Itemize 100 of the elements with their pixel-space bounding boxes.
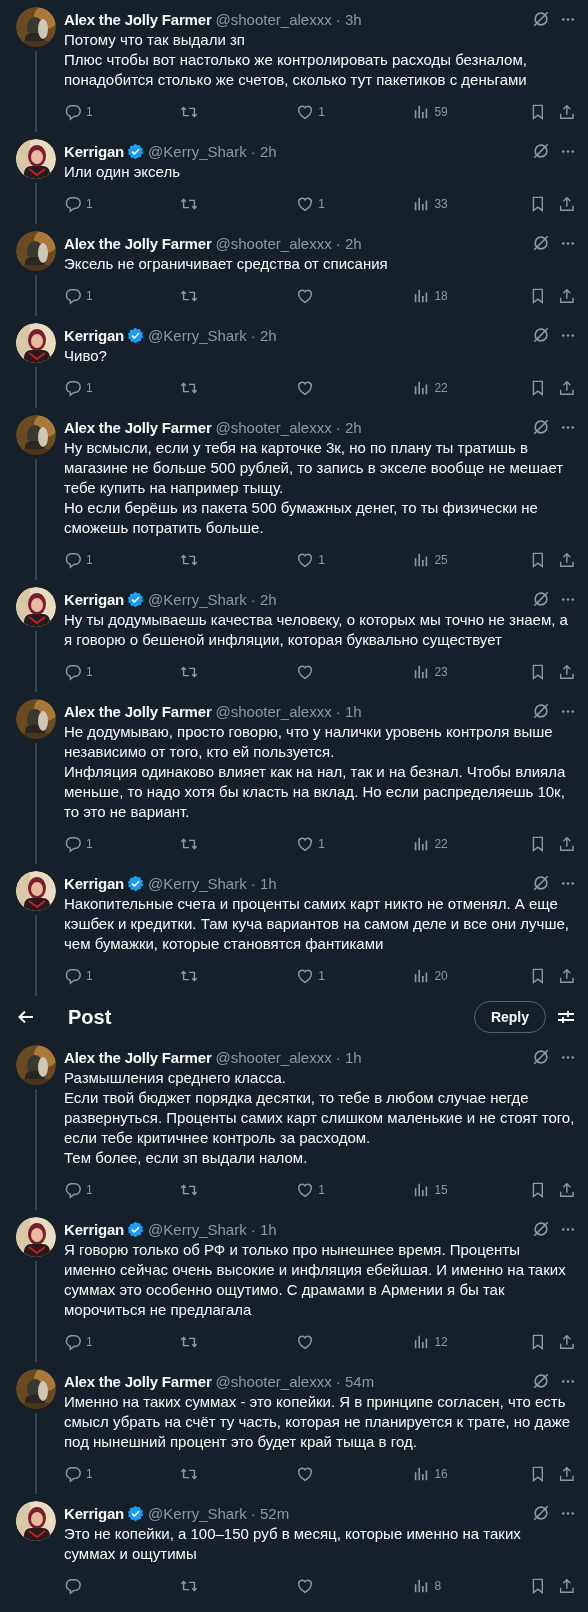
share-icon[interactable] xyxy=(558,1577,576,1595)
share-icon[interactable] xyxy=(558,1333,576,1351)
view-count: 16 xyxy=(434,1467,448,1481)
post-text: Размышления среднего класса. Если твой бюджет порядка десятки, то тебе в любом случае негде развернуться. Проценты самих карт слишком маленькие и не стоят того, если тебе критичнее контроль за расходом. Тем более, если зп выдали налом. xyxy=(64,1068,576,1168)
handle-and-time[interactable]: @Kerry_Shark · 2h xyxy=(148,326,277,344)
reply-icon[interactable] xyxy=(64,967,82,985)
author-name[interactable]: Kerrigan xyxy=(64,1220,125,1238)
author-name[interactable]: Kerrigan xyxy=(64,142,125,160)
view-count: 23 xyxy=(434,665,448,679)
handle-and-time[interactable]: @Kerry_Shark · 52m xyxy=(148,1504,290,1522)
handle-and-time[interactable]: @shooter_alexxx · 1h xyxy=(215,1048,362,1066)
share-icon[interactable] xyxy=(558,287,576,305)
more-icon[interactable] xyxy=(560,707,576,715)
reply-icon[interactable] xyxy=(64,1181,82,1199)
reply-icon[interactable] xyxy=(64,1333,82,1351)
heart-icon[interactable] xyxy=(296,1181,315,1199)
heart-icon[interactable] xyxy=(296,195,315,213)
author-name[interactable]: Alex the Jolly Farmer xyxy=(64,1048,212,1066)
heart-icon[interactable] xyxy=(296,551,315,569)
heart-icon[interactable] xyxy=(296,103,315,121)
share-icon[interactable] xyxy=(558,967,576,985)
slashed-circle-icon[interactable] xyxy=(532,142,550,160)
more-icon[interactable] xyxy=(560,595,576,603)
view-count: 8 xyxy=(434,1579,442,1593)
more-icon[interactable] xyxy=(560,331,576,339)
handle-and-time[interactable]: @Kerry_Shark · 1h xyxy=(148,874,277,892)
slashed-circle-icon[interactable] xyxy=(532,10,550,28)
reply-icon[interactable] xyxy=(64,379,82,397)
author-name[interactable]: Kerrigan xyxy=(64,590,125,608)
post-text: Накопительные счета и проценты самих карт никто не отменял. А еще кэшбек и кредитки. Там куча вариантов на самом деле и все они лучше, чем бумажки, которые становятся фантиками xyxy=(64,894,570,954)
share-icon[interactable] xyxy=(558,103,576,121)
author-name[interactable]: Alex the Jolly Farmer xyxy=(64,418,212,436)
reply-count: 1 xyxy=(86,553,93,567)
share-icon[interactable] xyxy=(558,1181,576,1199)
reply-icon[interactable] xyxy=(64,287,82,305)
more-icon[interactable] xyxy=(560,147,576,155)
handle-and-time[interactable]: @shooter_alexxx · 1h xyxy=(215,702,362,720)
more-icon[interactable] xyxy=(560,423,576,431)
like-count: 1 xyxy=(318,969,325,983)
more-icon[interactable] xyxy=(560,1509,576,1517)
more-icon[interactable] xyxy=(560,1053,576,1061)
reply-icon[interactable] xyxy=(64,551,82,569)
reply-count: 1 xyxy=(86,197,93,211)
reply-icon[interactable] xyxy=(64,1577,82,1595)
share-icon[interactable] xyxy=(558,1465,576,1483)
reply-icon[interactable] xyxy=(64,1465,82,1483)
handle-and-time[interactable]: @shooter_alexxx · 2h xyxy=(215,234,362,252)
slashed-circle-icon[interactable] xyxy=(532,1504,550,1522)
post-text: Чиво? xyxy=(64,346,108,366)
handle-and-time[interactable]: @Kerry_Shark · 2h xyxy=(148,590,277,608)
more-icon[interactable] xyxy=(560,1225,576,1233)
reply-icon[interactable] xyxy=(64,103,82,121)
share-icon[interactable] xyxy=(558,835,576,853)
more-icon[interactable] xyxy=(560,15,576,23)
slashed-circle-icon[interactable] xyxy=(532,418,550,436)
author-name[interactable]: Kerrigan xyxy=(64,874,125,892)
share-icon[interactable] xyxy=(558,379,576,397)
slashed-circle-icon[interactable] xyxy=(532,1372,550,1390)
handle-and-time[interactable]: @Kerry_Shark · 1h xyxy=(148,1220,277,1238)
share-icon[interactable] xyxy=(558,195,576,213)
more-icon[interactable] xyxy=(560,879,576,887)
view-count: 59 xyxy=(434,105,448,119)
reply-icon[interactable] xyxy=(64,663,82,681)
post-text: Или один эксель xyxy=(64,162,181,182)
slashed-circle-icon[interactable] xyxy=(532,702,550,720)
author-name[interactable]: Alex the Jolly Farmer xyxy=(64,10,212,28)
more-icon[interactable] xyxy=(560,239,576,247)
heart-icon[interactable] xyxy=(296,1333,315,1351)
author-name[interactable]: Kerrigan xyxy=(64,1504,125,1522)
heart-icon[interactable] xyxy=(296,967,315,985)
heart-icon[interactable] xyxy=(296,663,315,681)
handle-and-time[interactable]: @shooter_alexxx · 2h xyxy=(215,418,362,436)
author-name[interactable]: Alex the Jolly Farmer xyxy=(64,1372,212,1390)
share-icon[interactable] xyxy=(558,663,576,681)
heart-icon[interactable] xyxy=(296,835,315,853)
slashed-circle-icon[interactable] xyxy=(532,590,550,608)
slashed-circle-icon[interactable] xyxy=(532,326,550,344)
handle-and-time[interactable]: @shooter_alexxx · 3h xyxy=(215,10,362,28)
handle-and-time[interactable]: @shooter_alexxx · 54m xyxy=(215,1372,375,1390)
slashed-circle-icon[interactable] xyxy=(532,1048,550,1066)
author-name[interactable]: Kerrigan xyxy=(64,326,125,344)
slashed-circle-icon[interactable] xyxy=(532,234,550,252)
heart-icon[interactable] xyxy=(296,1577,315,1595)
heart-icon[interactable] xyxy=(296,287,315,305)
slashed-circle-icon[interactable] xyxy=(532,874,550,892)
view-count: 22 xyxy=(434,837,448,851)
handle-and-time[interactable]: @Kerry_Shark · 2h xyxy=(148,142,277,160)
author-name[interactable]: Alex the Jolly Farmer xyxy=(64,702,212,720)
post-text: Ну всмысли, если у тебя на карточке 3к, но по плану ты тратишь в магазине не больше 500 рублей, то запись в экселе вообще не мешает тебе купить на например тыщу. Но если берёшь из пакета 500 бумажных денег, то ты физически не сможешь потратить больше. xyxy=(64,438,565,538)
reply-count: 1 xyxy=(86,969,93,983)
reply-icon[interactable] xyxy=(64,835,82,853)
heart-icon[interactable] xyxy=(296,1465,315,1483)
share-icon[interactable] xyxy=(558,551,576,569)
heart-icon[interactable] xyxy=(296,379,315,397)
reply-icon[interactable] xyxy=(64,195,82,213)
more-icon[interactable] xyxy=(560,1377,576,1385)
author-name[interactable]: Alex the Jolly Farmer xyxy=(64,234,212,252)
slashed-circle-icon[interactable] xyxy=(532,1220,550,1238)
reply-count: 1 xyxy=(86,289,93,303)
reply-count: 1 xyxy=(86,837,93,851)
